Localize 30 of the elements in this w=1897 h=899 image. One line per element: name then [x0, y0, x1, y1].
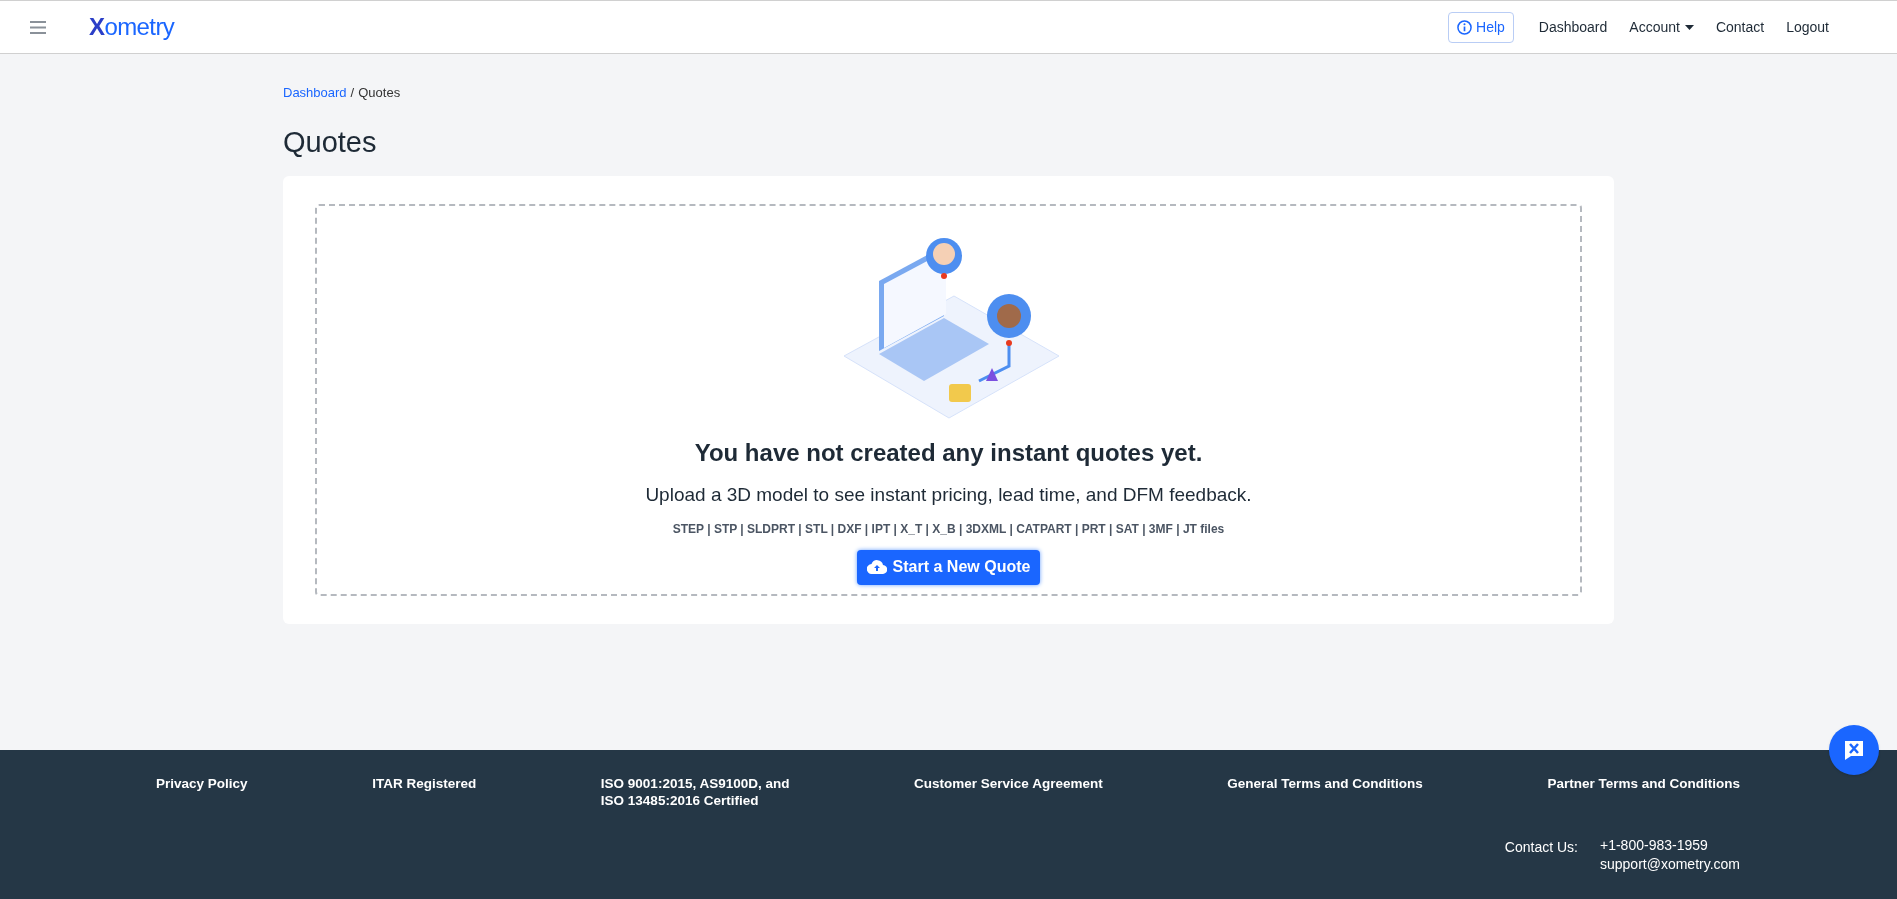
footer-link[interactable]: Customer Service Agreement [914, 775, 1103, 809]
footer-link[interactable]: Privacy Policy [156, 775, 248, 809]
breadcrumb-current: Quotes [358, 84, 401, 102]
info-icon [1457, 19, 1473, 35]
footer-link[interactable]: ISO 9001:2015, AS9100D, and ISO 13485:2016 Certified [600, 775, 790, 809]
phone-link[interactable]: +1-800-983-1959 [1600, 836, 1740, 855]
breadcrumb-link[interactable]: Dashboard [283, 83, 347, 103]
caret-icon [1684, 24, 1694, 30]
account-menu[interactable]: Account [1629, 16, 1694, 38]
footer-link[interactable]: Partner Terms and Conditions [1547, 775, 1740, 809]
xometry-logo[interactable]: Xometry [89, 15, 175, 39]
help-button[interactable]: Help [1448, 11, 1514, 43]
footer-link[interactable]: General Terms and Conditions [1227, 775, 1423, 809]
empty-state-subtitle: Upload a 3D model to see instant pricing, lead time, and DFM feedback. [645, 483, 1252, 507]
nav-link[interactable]: Logout [1786, 16, 1829, 38]
footer-link[interactable]: ITAR Registered [372, 775, 477, 809]
empty-state-heading: You have not created any instant quotes yet. [694, 438, 1203, 468]
email-link[interactable]: support@xometry.com [1600, 855, 1740, 874]
cloud-upload-icon [866, 560, 887, 574]
contact-label: Contact Us: [1504, 838, 1578, 857]
page-title: Quotes [283, 124, 378, 160]
nav-link[interactable]: Dashboard [1538, 16, 1608, 38]
menu-icon[interactable] [30, 20, 46, 34]
chat-logo-icon [1842, 738, 1866, 762]
start-new-quote-button[interactable]: Start a New Quote [856, 549, 1041, 585]
breadcrumb-separator: / [350, 84, 355, 102]
file-formats-text: STEP | STP | SLDPRT | STL | DXF | IPT | X_T | X_B | 3DXML | CATPART | PRT | SAT | 3MF | JT files [672, 520, 1225, 538]
chat-button[interactable] [1829, 725, 1879, 775]
nav-link[interactable]: Contact [1715, 16, 1765, 38]
upload-drop-zone[interactable] [315, 204, 1582, 596]
